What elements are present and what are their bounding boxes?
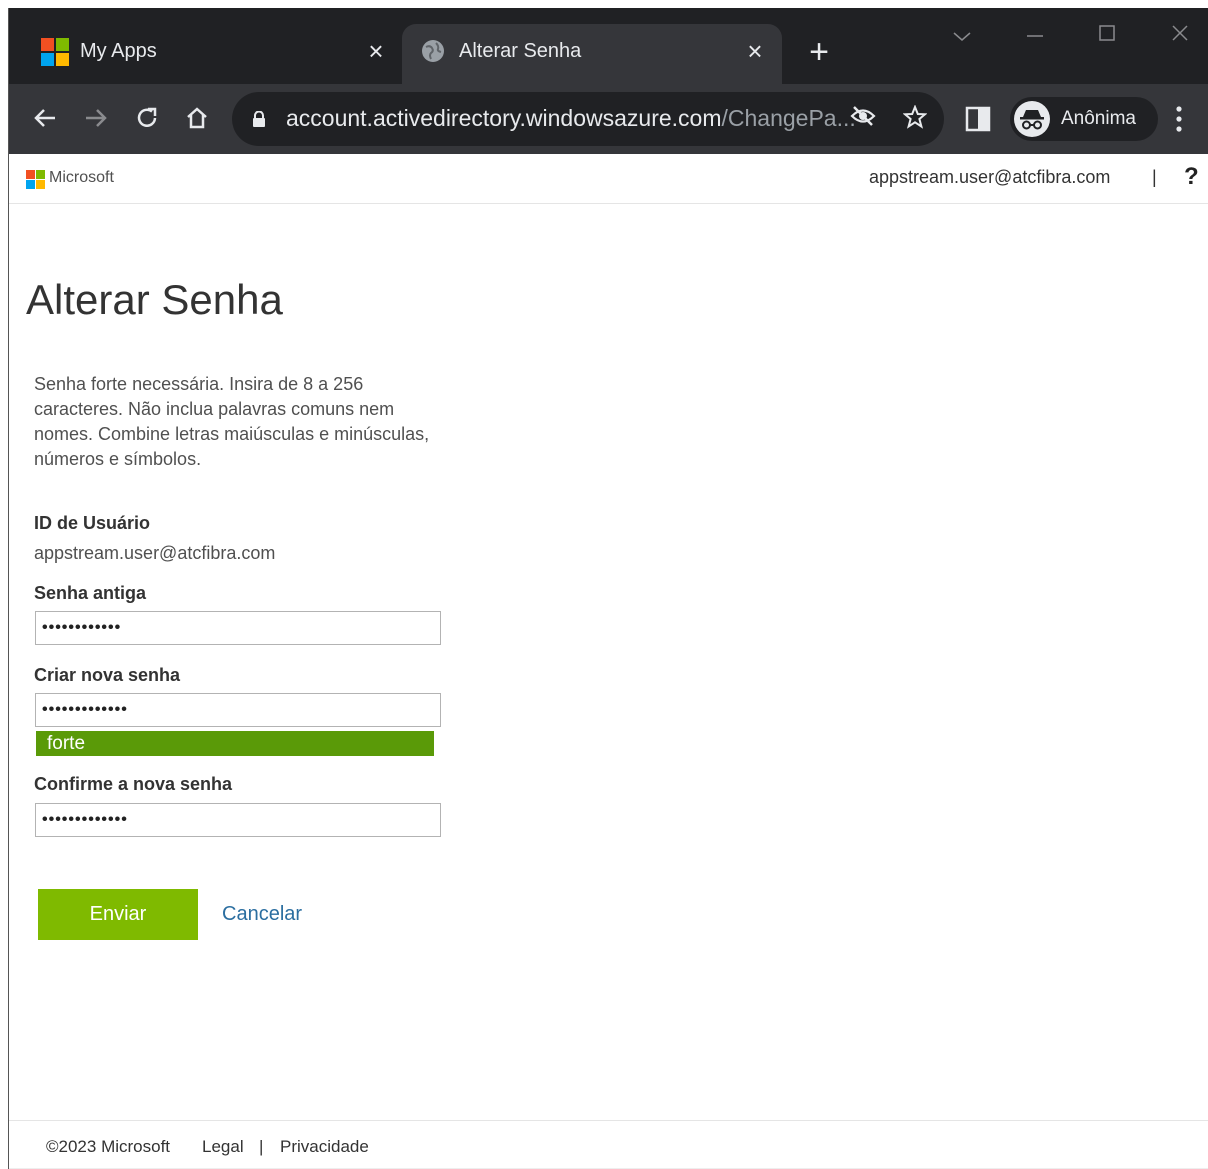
new-password-label: Criar nova senha xyxy=(34,665,181,685)
old-password-label: Senha antiga xyxy=(34,583,147,603)
incognito-label: Anônima xyxy=(1061,108,1136,129)
globe-icon xyxy=(420,38,448,66)
privacy-link[interactable]: Privacidade xyxy=(280,1137,369,1157)
lock-icon[interactable] xyxy=(252,110,266,127)
incognito-icon xyxy=(1014,101,1050,137)
chevron-down-icon[interactable] xyxy=(947,22,977,52)
new-tab-button[interactable]: + xyxy=(802,35,836,70)
tab-my-apps[interactable]: My Apps × xyxy=(23,24,403,84)
microsoft-apps-icon xyxy=(41,38,69,66)
microsoft-logo-icon xyxy=(26,170,45,189)
tab-strip: My Apps × Alterar Senha × + xyxy=(9,8,1208,84)
home-icon[interactable] xyxy=(177,98,217,138)
star-icon[interactable] xyxy=(901,104,929,133)
old-password-input[interactable]: •••••••••••• xyxy=(35,611,441,645)
user-id-value: appstream.user@atcfibra.com xyxy=(34,543,276,563)
side-panel-icon[interactable] xyxy=(965,106,991,132)
tab-alterar-senha[interactable]: Alterar Senha × xyxy=(402,24,782,84)
address-bar[interactable]: account.activedirectory.windowsazure.com… xyxy=(232,92,944,146)
incognito-profile-button[interactable]: Anônima xyxy=(1010,97,1158,141)
back-icon[interactable] xyxy=(25,98,65,138)
browser-window: My Apps × Alterar Senha × + account.acti… xyxy=(8,8,1208,1169)
page-header: Microsoft appstream.user@atcfibra.com | … xyxy=(9,154,1208,204)
copyright-text: ©2023 Microsoft xyxy=(46,1137,171,1156)
confirm-password-input[interactable]: ••••••••••••• xyxy=(35,803,441,837)
url-text: account.activedirectory.windowsazure.com… xyxy=(286,105,856,131)
browser-toolbar: account.activedirectory.windowsazure.com… xyxy=(9,84,1208,154)
help-button[interactable]: ? xyxy=(1184,163,1199,191)
reload-icon[interactable] xyxy=(127,98,167,138)
password-strength-indicator: forte xyxy=(36,731,434,756)
new-password-input[interactable]: ••••••••••••• xyxy=(35,693,441,727)
tab-title: Alterar Senha xyxy=(459,40,582,62)
footer-separator: | xyxy=(259,1137,264,1156)
user-id-label: ID de Usuário xyxy=(34,513,151,533)
page-title: Alterar Senha xyxy=(26,276,283,323)
signed-in-user: appstream.user@atcfibra.com xyxy=(869,167,1111,187)
page-footer: ©2023 Microsoft Legal | Privacidade xyxy=(9,1120,1208,1160)
cancel-link[interactable]: Cancelar xyxy=(222,903,302,926)
maximize-icon[interactable] xyxy=(1092,22,1122,52)
close-window-icon[interactable] xyxy=(1165,22,1195,52)
tab-close-icon[interactable]: × xyxy=(361,36,391,66)
tab-close-icon[interactable]: × xyxy=(740,36,770,66)
tab-title: My Apps xyxy=(80,40,157,62)
menu-icon[interactable] xyxy=(1169,102,1189,136)
forward-icon[interactable] xyxy=(76,98,116,138)
brand-name: Microsoft xyxy=(49,169,114,186)
header-separator: | xyxy=(1152,167,1157,187)
legal-link[interactable]: Legal xyxy=(202,1137,244,1157)
eye-off-icon[interactable] xyxy=(849,105,877,133)
confirm-password-label: Confirme a nova senha xyxy=(34,774,233,794)
minimize-icon[interactable] xyxy=(1020,22,1050,52)
password-instructions: Senha forte necessária. Insira de 8 a 25… xyxy=(34,374,430,469)
submit-button[interactable]: Enviar xyxy=(38,889,198,940)
